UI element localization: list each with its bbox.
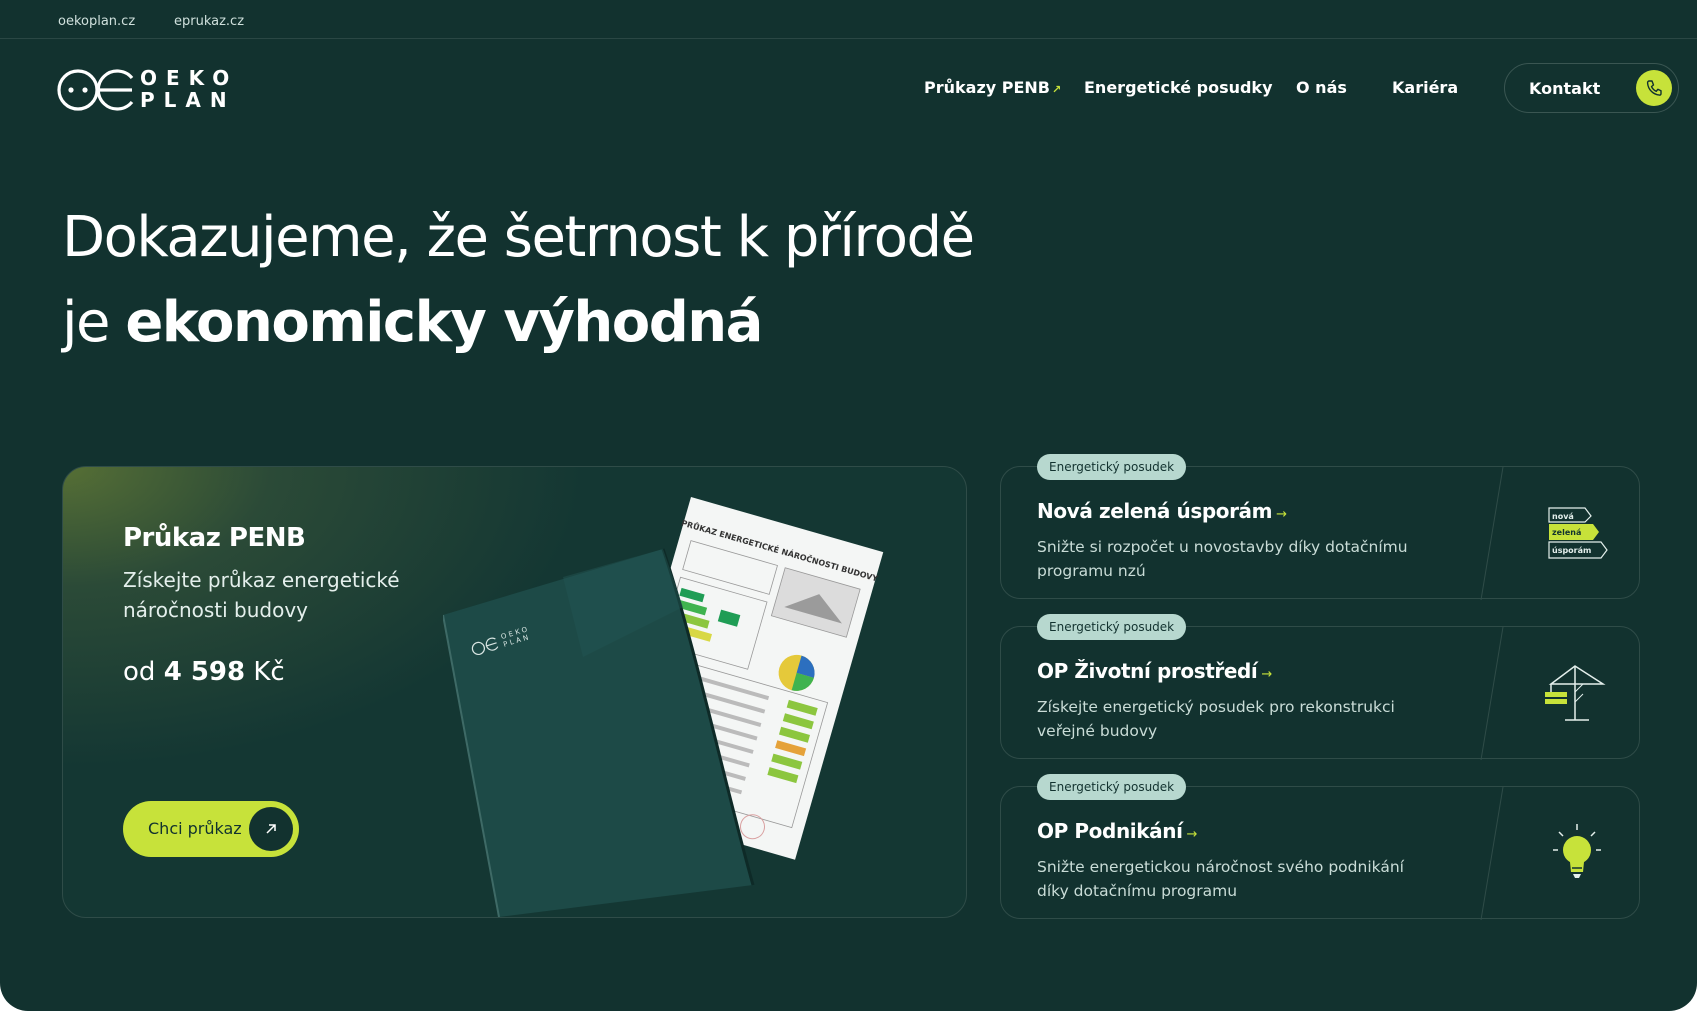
penb-card-subtitle: Získejte průkaz energetické náročnosti b… bbox=[123, 568, 400, 622]
card-divider bbox=[1480, 627, 1504, 760]
logo-mark-icon bbox=[57, 69, 134, 111]
nzu-logo-icon: nová zelená úsporám bbox=[1548, 507, 1608, 559]
hero-heading-line-1: Dokazujeme, že šetrnost k přírodě bbox=[62, 205, 975, 270]
penb-document-illustration: PRŮKAZ ENERGETICKÉ NÁROČNOSTI BUDOVY OEK… bbox=[443, 497, 884, 917]
nzu-text-1: nová bbox=[1552, 512, 1574, 521]
penb-price: od 4 598 Kč bbox=[123, 657, 285, 687]
card-description: Snižte si rozpočet u novostavby díky dot… bbox=[1037, 538, 1408, 580]
card-description: Získejte energetický posudek pro rekonst… bbox=[1037, 698, 1395, 740]
arrow-right-icon: → bbox=[1261, 667, 1272, 682]
card-title-text: Nová zelená úsporám bbox=[1037, 499, 1273, 523]
logo-line-2: PLAN bbox=[140, 88, 236, 112]
nav-prukazy-label: Průkazy PENB bbox=[924, 78, 1050, 97]
card-divider bbox=[1480, 467, 1504, 600]
top-bar: oekoplan.cz eprukaz.cz bbox=[0, 0, 1697, 39]
lightbulb-icon bbox=[1553, 824, 1601, 878]
price-value: 4 598 bbox=[163, 657, 246, 687]
crane-icon bbox=[1545, 665, 1606, 721]
external-arrow-icon: ↗ bbox=[1052, 83, 1062, 96]
nav-prukazy-penb[interactable]: Průkazy PENB ↗ bbox=[924, 78, 1061, 97]
card-title-text: OP Podnikání bbox=[1037, 819, 1183, 843]
nzu-text-2: zelená bbox=[1552, 528, 1581, 537]
nzu-text-3: úsporám bbox=[1552, 546, 1591, 555]
price-prefix: od bbox=[123, 657, 156, 687]
nav-o-nas[interactable]: O nás bbox=[1296, 78, 1347, 97]
arrow-right-icon: → bbox=[1186, 827, 1198, 842]
card-badge: Energetický posudek bbox=[1037, 774, 1187, 800]
card-badge: Energetický posudek bbox=[1037, 454, 1187, 480]
nav-kariera[interactable]: Kariéra bbox=[1392, 78, 1458, 97]
card-op-zivotni-prostredi[interactable]: Energetický posudek OP Životní prostředí… bbox=[1000, 614, 1640, 760]
card-nova-zelena-usporam[interactable]: Energetický posudek Nová zelená úsporám →… bbox=[1000, 454, 1640, 600]
card-title: OP Podnikání → bbox=[1037, 819, 1197, 843]
card-description: Snižte energetickou náročnost svého podn… bbox=[1037, 858, 1404, 900]
link-eprukaz[interactable]: eprukaz.cz bbox=[174, 14, 244, 29]
contact-button[interactable]: Kontakt bbox=[1504, 63, 1679, 113]
nav-energeticke-posudky[interactable]: Energetické posudky bbox=[1084, 78, 1273, 97]
chci-prukaz-button[interactable]: Chci průkaz bbox=[123, 801, 299, 857]
card-divider bbox=[1480, 787, 1504, 920]
logo[interactable]: OEKO PLAN bbox=[56, 66, 231, 116]
hero-line-2-prefix: je bbox=[62, 290, 111, 355]
logo-wordmark: OEKO PLAN bbox=[140, 67, 238, 111]
link-oekoplan[interactable]: oekoplan.cz bbox=[58, 14, 135, 29]
card-title: OP Životní prostředí → bbox=[1037, 659, 1272, 683]
arrow-right-icon: → bbox=[1276, 507, 1287, 522]
hero-line-2-bold: ekonomicky výhodná bbox=[125, 290, 763, 355]
hero-heading-line-2: je ekonomicky výhodná bbox=[62, 290, 763, 355]
arrow-up-right-icon bbox=[249, 807, 293, 851]
price-currency: Kč bbox=[253, 657, 285, 687]
phone-icon bbox=[1636, 70, 1672, 106]
cta-label: Chci průkaz bbox=[148, 819, 242, 838]
page: oekoplan.cz eprukaz.cz OEKO PLAN Průkazy… bbox=[0, 0, 1697, 1011]
contact-label: Kontakt bbox=[1529, 79, 1601, 98]
card-title-text: OP Životní prostředí bbox=[1037, 659, 1258, 683]
penb-card[interactable]: Průkaz PENB Získejte průkaz energetické … bbox=[62, 466, 967, 918]
card-title: Nová zelená úsporám → bbox=[1037, 499, 1287, 523]
card-badge: Energetický posudek bbox=[1037, 614, 1187, 640]
logo-line-1: OEKO bbox=[140, 66, 239, 90]
card-op-podnikani[interactable]: Energetický posudek OP Podnikání → Snižte… bbox=[1000, 774, 1640, 920]
penb-card-title: Průkaz PENB bbox=[123, 523, 306, 553]
